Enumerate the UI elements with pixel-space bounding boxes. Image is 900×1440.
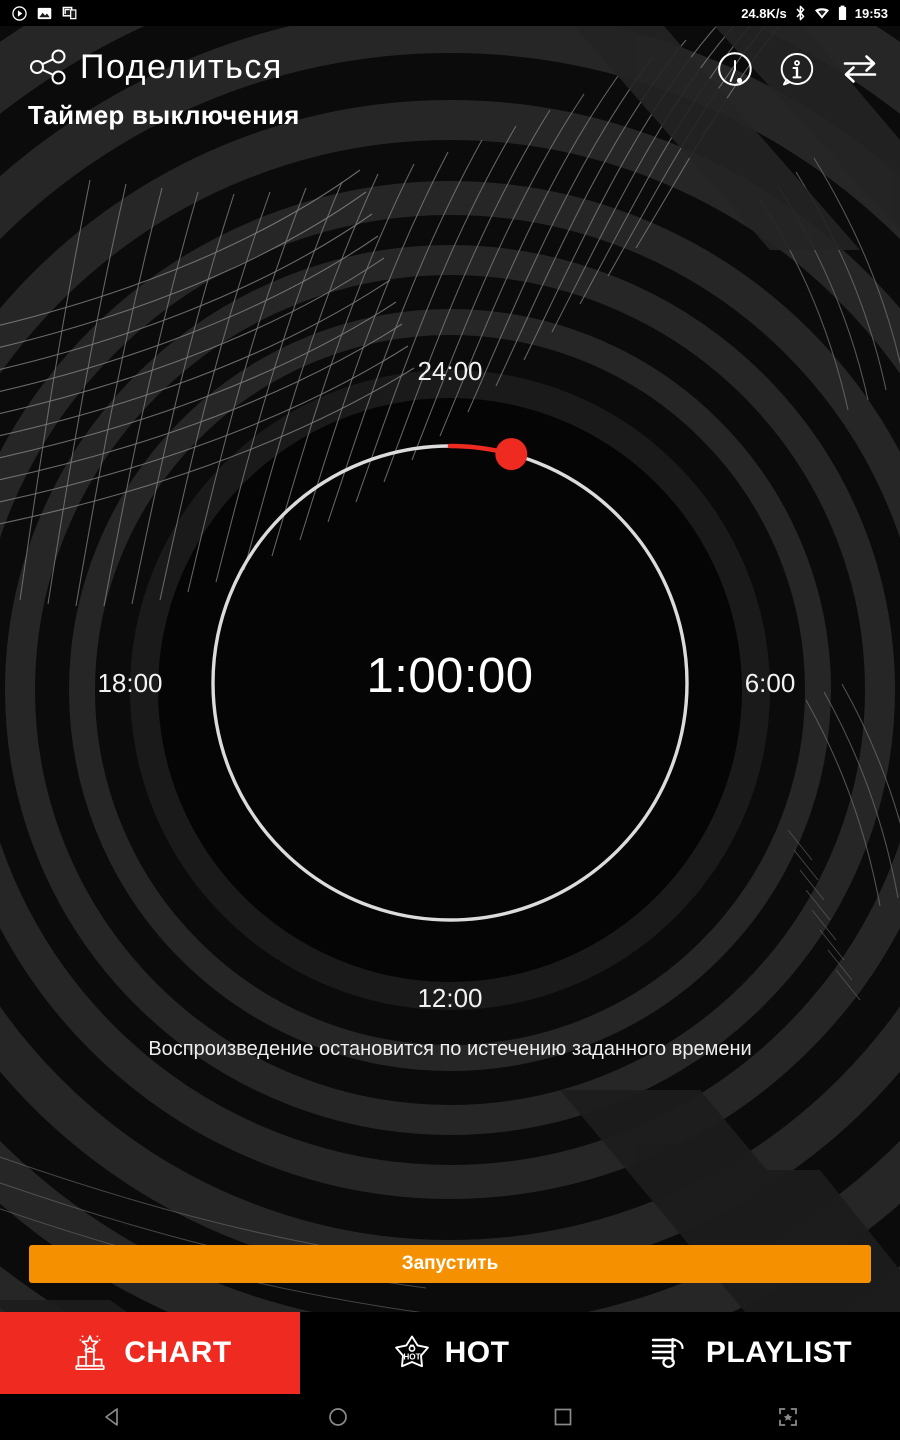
- app-screen: 24.8K/s 19:53 Поделиться Таймер выключен…: [0, 0, 900, 1440]
- info-bubble-icon[interactable]: [778, 50, 816, 88]
- bottom-tab-bar: CHART HOT HOT PLAYLIST: [0, 1312, 900, 1394]
- network-speed: 24.8K/s: [741, 5, 787, 21]
- nav-home-button[interactable]: [225, 1406, 450, 1428]
- page-title: Таймер выключения: [28, 100, 300, 130]
- screenshot-icon: [62, 6, 77, 20]
- playlist-note-icon: [651, 1337, 684, 1368]
- home-icon: [328, 1408, 347, 1426]
- dial-knob: [495, 438, 528, 471]
- timer-description: Воспроизведение остановится по истечению…: [148, 1038, 752, 1060]
- status-bar-clock: 19:53: [854, 5, 888, 21]
- tab-chart[interactable]: CHART: [0, 1312, 300, 1394]
- recents-icon: [554, 1408, 571, 1426]
- wifi-icon: [814, 8, 829, 19]
- battery-icon: [838, 5, 846, 20]
- app-header: Поделиться Таймер выключения: [0, 26, 900, 151]
- status-bar: 24.8K/s 19:53: [0, 0, 900, 26]
- header-actions: [716, 50, 880, 88]
- screenshot-icon: [778, 1408, 797, 1426]
- status-bar-right-icons: 24.8K/s 19:53: [741, 5, 888, 21]
- tab-playlist-label: PLAYLIST: [705, 1336, 853, 1369]
- svg-text:HOT: HOT: [403, 1353, 420, 1362]
- timer-value: 1:00:00: [366, 649, 534, 703]
- repeat-icon[interactable]: [840, 51, 880, 87]
- hot-star-icon: HOT: [394, 1335, 429, 1368]
- tab-hot[interactable]: HOT HOT: [300, 1312, 600, 1394]
- nav-recents-button[interactable]: [450, 1406, 675, 1428]
- status-bar-left-icons: [12, 5, 77, 21]
- tab-hot-label: HOT: [444, 1336, 510, 1369]
- start-timer-button[interactable]: Запустить: [29, 1245, 871, 1283]
- android-nav-bar: [0, 1394, 900, 1440]
- back-icon: [104, 1408, 118, 1426]
- podium-star-icon: [75, 1335, 105, 1371]
- nav-back-button[interactable]: [0, 1406, 225, 1428]
- sleep-timer-icon[interactable]: [716, 50, 754, 88]
- image-icon: [37, 7, 52, 19]
- bluetooth-icon: [796, 5, 805, 21]
- dial-label-bottom: 12:00: [417, 983, 483, 1013]
- play-circle-icon: [12, 5, 27, 21]
- tab-chart-label: CHART: [124, 1336, 232, 1369]
- share-nodes-icon: [30, 49, 66, 85]
- nav-screenshot-button[interactable]: [675, 1406, 900, 1428]
- tab-playlist[interactable]: PLAYLIST: [600, 1312, 900, 1394]
- sleep-timer-dial[interactable]: 24:00 6:00 12:00 18:00 1:00:00: [0, 330, 900, 1040]
- brand-name: Поделиться: [80, 48, 283, 86]
